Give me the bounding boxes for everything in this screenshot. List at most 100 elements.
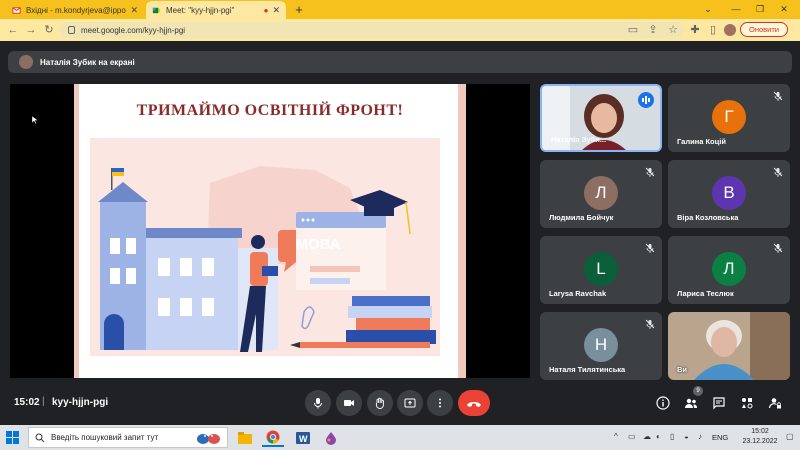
maximize-button[interactable]: ❐	[752, 2, 768, 16]
tab-title: Вхідні - m.kondyrjeva@ippo.edu	[26, 5, 126, 15]
weather-icon[interactable]: ☁	[643, 432, 651, 441]
minimize-button[interactable]: —	[728, 2, 744, 16]
tray-overflow-icon[interactable]: ^	[614, 432, 618, 441]
participant-name: Віра Козловська	[677, 213, 739, 222]
participant-tile[interactable]: L Larysa Ravchak	[540, 236, 662, 304]
camera-permission-icon[interactable]: ▭	[626, 23, 640, 37]
lock-person-icon	[768, 398, 781, 409]
extensions-icon[interactable]: ✚	[688, 23, 702, 37]
mouse-cursor-icon	[32, 116, 38, 124]
lock-icon	[68, 26, 75, 34]
word-taskbar-icon[interactable]: W	[292, 428, 314, 447]
close-window-button[interactable]: ✕	[776, 2, 792, 16]
taskbar-clock-date[interactable]: 23.12.2022	[736, 438, 784, 445]
camera-button[interactable]	[336, 390, 362, 416]
svg-text:W: W	[299, 434, 308, 444]
hang-up-icon	[467, 402, 481, 407]
participant-avatar: Л	[584, 176, 618, 210]
recording-dot-icon: ●	[263, 5, 269, 15]
mic-muted-icon	[773, 91, 783, 101]
tab-meet[interactable]: Meet: "kyy-hjjn-pgi" ● ✕	[146, 1, 286, 19]
meeting-time: 15:02	[14, 397, 40, 408]
info-icon	[656, 396, 670, 410]
reload-icon[interactable]: ↻	[42, 23, 56, 37]
search-icon	[35, 433, 45, 443]
slide-border-left	[74, 84, 79, 378]
taskbar-search-box[interactable]: Введіть пошуковий запит тут	[28, 427, 228, 448]
side-panel-icon[interactable]: ▯	[706, 23, 720, 37]
participant-tile[interactable]: В Віра Козловська	[668, 160, 790, 228]
network-icon[interactable]: ◒	[684, 432, 689, 441]
participant-name: Larysa Ravchak	[549, 289, 607, 298]
tab-title: Meet: "kyy-hjjn-pgi"	[166, 5, 235, 15]
chrome-taskbar-icon[interactable]	[262, 428, 284, 447]
participant-name: Лариса Теслюк	[677, 289, 734, 298]
speaking-indicator-icon	[638, 92, 654, 108]
meeting-code: kyy-hjjn-pgi	[52, 397, 109, 408]
close-tab-icon[interactable]: ✕	[130, 5, 138, 16]
self-view-tile[interactable]: Ви	[668, 312, 790, 380]
tab-search-icon[interactable]: ⌄	[700, 2, 716, 16]
education-illustration	[98, 166, 436, 352]
mic-muted-icon	[773, 167, 783, 177]
onedrive-icon[interactable]: ◐	[656, 432, 661, 441]
presenter-avatar	[19, 55, 33, 69]
volume-icon[interactable]: ♪	[698, 432, 702, 441]
back-icon[interactable]: ←	[6, 23, 20, 37]
participant-tile[interactable]: Л Лариса Теслюк	[668, 236, 790, 304]
birds-search-highlight-icon	[197, 434, 220, 444]
participant-tile[interactable]: Наталія Зуби...	[540, 84, 662, 152]
bookmark-star-icon[interactable]: ☆	[666, 23, 680, 37]
file-explorer-icon[interactable]	[234, 428, 256, 447]
update-button[interactable]: Оновити	[740, 22, 788, 37]
taskbar-clock-time[interactable]: 15:02	[740, 428, 780, 435]
participant-avatar: В	[712, 176, 746, 210]
windows-start-icon[interactable]	[6, 431, 19, 444]
desktop-icon[interactable]: ▭	[628, 432, 636, 441]
participant-name: Людмила Бойчук	[549, 213, 614, 222]
language-indicator[interactable]: ENG	[712, 433, 728, 442]
chat-button[interactable]	[710, 394, 728, 412]
participant-tile[interactable]: Л Людмила Бойчук	[540, 160, 662, 228]
present-icon	[404, 398, 416, 408]
participant-name: Ви	[677, 365, 688, 374]
people-button[interactable]	[682, 394, 700, 412]
activities-icon	[742, 398, 753, 409]
raise-hand-button[interactable]	[367, 390, 393, 416]
participant-name: Галина Коцій	[677, 137, 726, 146]
notifications-icon[interactable]: ▢	[786, 432, 794, 441]
leave-call-button[interactable]	[458, 390, 490, 416]
forward-icon[interactable]: →	[24, 23, 38, 37]
paint-taskbar-icon[interactable]	[320, 428, 342, 447]
hand-icon	[375, 397, 384, 409]
share-icon[interactable]: ⇪	[646, 23, 660, 37]
meeting-info-button[interactable]	[654, 394, 672, 412]
present-screen-button[interactable]	[397, 390, 423, 416]
new-tab-button[interactable]: +	[292, 3, 306, 17]
gmail-icon	[12, 6, 21, 14]
participant-avatar: Л	[712, 252, 746, 286]
participant-tile[interactable]: Н Наталя Тилятинська	[540, 312, 662, 380]
close-tab-icon[interactable]: ✕	[272, 5, 280, 16]
profile-avatar[interactable]	[724, 24, 736, 36]
teacher-figure	[251, 235, 265, 249]
school-building-main	[146, 234, 238, 350]
mic-muted-icon	[645, 167, 655, 177]
host-controls-button[interactable]	[766, 394, 784, 412]
meet-icon	[152, 7, 161, 13]
mic-muted-icon	[645, 319, 655, 329]
address-bar[interactable]: meet.google.com/kyy-hjjn-pgi	[60, 22, 684, 38]
participant-avatar: L	[584, 252, 618, 286]
microphone-button[interactable]	[305, 390, 331, 416]
people-icon	[685, 398, 698, 408]
book-stack	[352, 296, 430, 306]
participant-tile[interactable]: Г Галина Коцій	[668, 84, 790, 152]
mic-muted-icon	[773, 243, 783, 253]
activities-button[interactable]	[738, 394, 756, 412]
speaker-icon[interactable]: ▯	[670, 432, 674, 441]
more-options-button[interactable]	[427, 390, 453, 416]
url-text: meet.google.com/kyy-hjjn-pgi	[81, 25, 186, 35]
participant-avatar: Н	[584, 328, 618, 362]
tab-gmail[interactable]: Вхідні - m.kondyrjeva@ippo.edu ✕	[6, 1, 144, 19]
participant-avatar: Г	[712, 100, 746, 134]
